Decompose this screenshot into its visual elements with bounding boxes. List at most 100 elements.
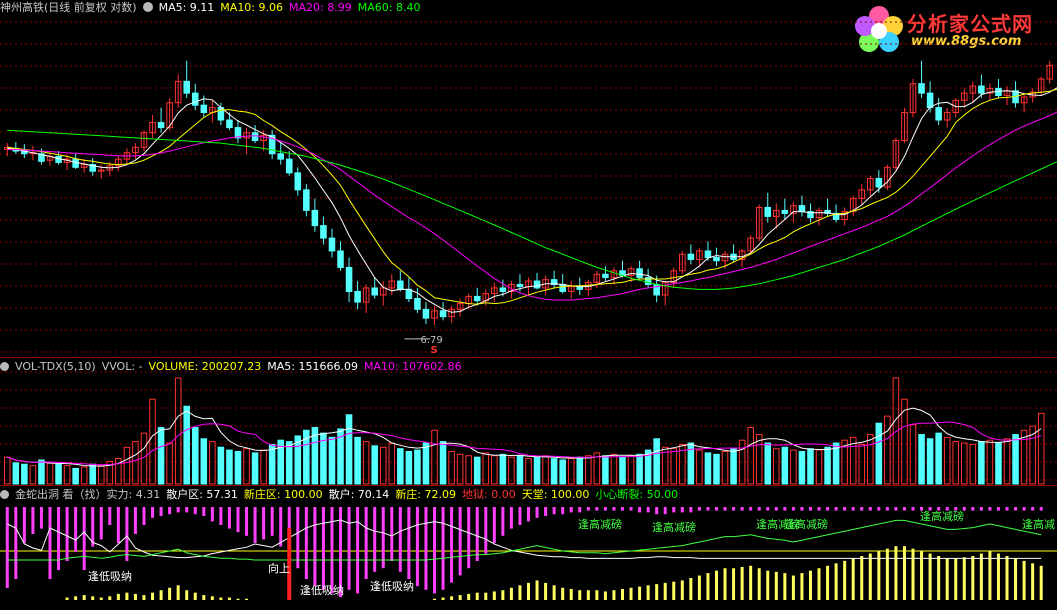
indicator-magenta-bar [262,507,266,540]
candle-body [559,283,566,292]
indicator-yellow-bar [236,598,240,600]
indicator-magenta-bar [236,507,240,533]
volume-bar [345,414,353,485]
volume-bar [909,424,917,485]
candle-body [157,122,165,129]
volume-bar [405,450,413,485]
indicator-magenta-bar [851,507,855,511]
volume-bar [29,465,37,485]
volume-bar [285,441,293,485]
indicator-yellow-bar [911,548,915,600]
candle-body [636,268,643,279]
annotation-feng-gao: 逢高减磅 [652,520,696,534]
candle-body [875,177,883,188]
indicator-yellow-bar [518,585,522,600]
indicator-magenta-bar [655,507,659,515]
indicator-magenta-bar [749,507,753,511]
candle-body [422,308,430,319]
volume-bar [21,463,28,485]
volume-bar [431,429,438,485]
volume-bar [559,459,566,485]
volume-bar [875,422,883,485]
indicator-magenta-bar [484,507,488,554]
indicator-magenta-bar [458,507,462,576]
indicator-magenta-bar [330,507,334,594]
indicator-yellow-bar [826,565,830,600]
volume-bar [72,467,79,485]
indicator-magenta-bar [253,507,257,543]
volume-bar [371,445,378,485]
indicator-magenta-bar [800,507,804,511]
indicator-yellow-bar [441,597,445,600]
volume-bar [764,442,772,485]
indicator-magenta-bar [441,507,445,590]
indicator-yellow-bar [646,585,650,600]
indicator-yellow-bar [740,567,744,600]
indicator-yellow-bar [1014,558,1018,600]
volume-bar [815,449,823,485]
indicator-magenta-bar [433,507,437,594]
indicator-magenta-bar [296,507,300,569]
indicator-yellow-bar [151,592,155,600]
indicator-yellow-bar [620,589,624,600]
indicator-magenta-bar [578,507,582,513]
candle-body [251,132,259,142]
indicator-yellow-bar [945,558,949,600]
candle-body [328,237,336,252]
indicator-magenta-bar [356,507,360,594]
indicator-yellow-bar [202,595,206,600]
indicator-yellow-bar [245,598,249,600]
indicator-magenta-bar [766,507,770,511]
volume-bar [439,441,447,485]
indicator-yellow-bar [834,563,838,600]
volume-bar [55,463,62,485]
volume-bar [1012,434,1019,485]
indicator-magenta-bar [185,507,189,513]
indicator-yellow-bar [467,593,471,600]
indicator-magenta-bar [1039,507,1043,511]
indicator-yellow-bar [168,587,172,600]
candle-body [285,158,293,174]
indicator-magenta-bar [723,507,727,511]
indicator-magenta-bar [868,507,872,511]
volume-bar [157,426,165,485]
volume-bar [533,456,541,485]
volume-bar [832,442,840,485]
candle-body [764,206,772,217]
indicator-magenta-bar [629,507,633,511]
indicator-yellow-bar [868,553,872,600]
indicator-yellow-bar [65,597,69,600]
candle-body [354,290,361,303]
volume-bar [995,442,1002,485]
indicator-yellow-bar [603,591,607,600]
indicator-yellow-bar [808,570,812,600]
indicator-yellow-bar [450,596,454,600]
ma-line-ma5 [7,87,1057,313]
candle-body [473,295,481,302]
volume-bar [824,446,831,485]
indicator-magenta-bar [390,507,394,561]
kline-chart[interactable]: 6.79S逢低吸纳逢低吸纳 逢低吸纳向上逢高减磅 逢高减磅 逢高减磅逢高减磅逢高减磅逢… [0,0,1057,610]
indicator-yellow-bar [1031,563,1035,600]
indicator-yellow-bar [116,593,120,600]
volume-bar [1037,412,1045,485]
indicator-magenta-bar [48,507,52,579]
indicator-magenta-bar [398,507,402,572]
indicator-yellow-bar [800,573,804,600]
indicator-magenta-bar [757,507,761,511]
indicator-magenta-bar [193,507,197,515]
indicator-magenta-bar [527,507,530,522]
volume-bar [123,446,131,485]
indicator-yellow-bar [697,575,701,600]
candle-body [978,85,985,94]
indicator-magenta-bar [202,507,206,516]
indicator-yellow-bar [227,597,231,600]
indicator-magenta-bar [116,507,120,543]
candle-body [995,87,1002,97]
indicator-yellow-bar [82,595,86,600]
indicator-yellow-bar [962,557,966,600]
indicator-yellow-bar [885,548,889,600]
indicator-yellow-bar [954,558,958,600]
volume-bar [234,450,242,485]
candle-body [935,107,942,121]
